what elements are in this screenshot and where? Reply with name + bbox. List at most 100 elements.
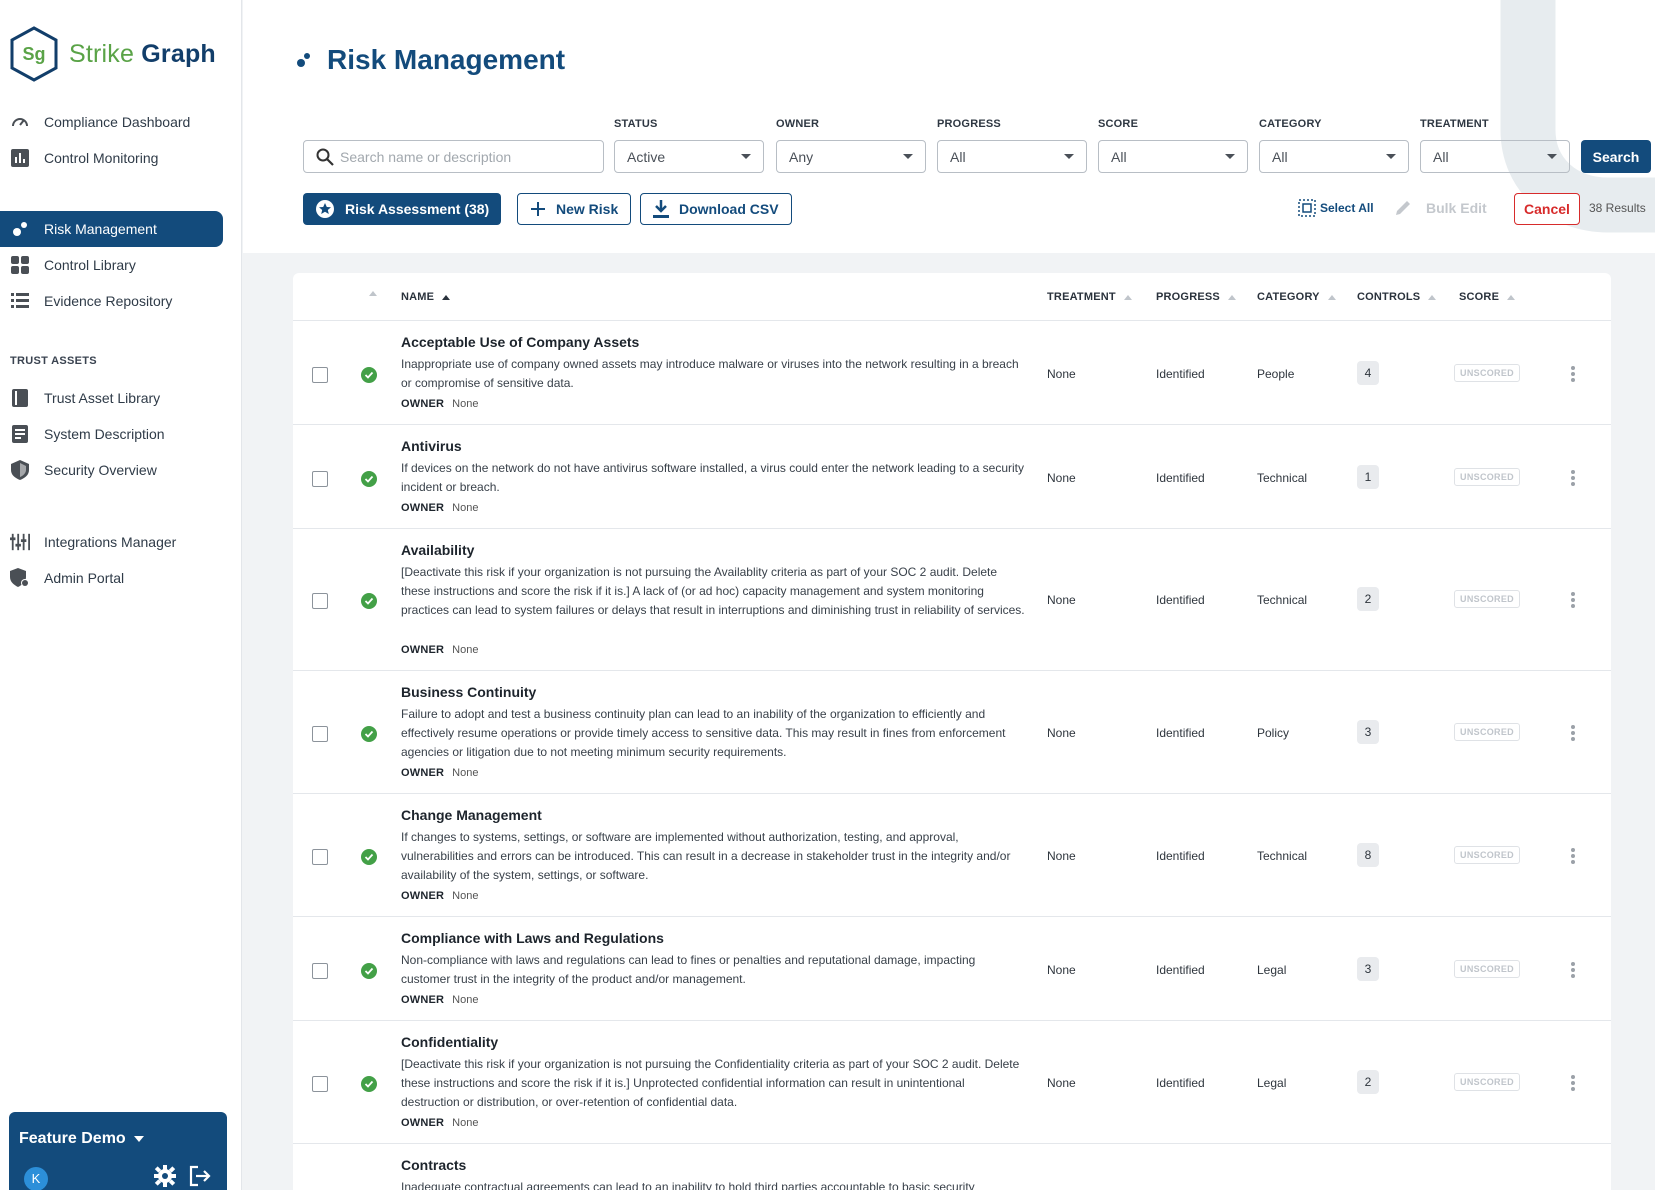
results-count: 38 Results <box>1589 201 1646 215</box>
select-all-button[interactable]: Select All <box>1298 199 1374 217</box>
nav-risk-management[interactable]: Risk Management <box>0 211 223 247</box>
owner-value: None <box>452 890 479 902</box>
table-row[interactable]: Compliance with Laws and Regulations Non… <box>293 917 1611 1021</box>
more-options-icon[interactable] <box>1571 962 1575 980</box>
logo-word-graph: Graph <box>141 39 216 68</box>
owner-label: OWNER <box>401 890 445 902</box>
table-row[interactable]: Confidentiality [Deactivate this risk if… <box>293 1021 1611 1144</box>
more-options-icon[interactable] <box>1571 470 1575 488</box>
owner-value: None <box>452 1117 479 1129</box>
score-badge: UNSCORED <box>1454 960 1520 978</box>
risk-name[interactable]: Acceptable Use of Company Assets <box>401 334 639 350</box>
nav-label: Control Monitoring <box>44 150 159 166</box>
row-checkbox[interactable] <box>312 849 328 865</box>
row-checkbox[interactable] <box>312 367 328 383</box>
header-progress[interactable]: PROGRESS <box>1156 291 1236 303</box>
row-checkbox[interactable] <box>312 471 328 487</box>
nav-compliance-dashboard[interactable]: Compliance Dashboard <box>0 104 242 140</box>
owner-label: OWNER <box>401 502 445 514</box>
search-field[interactable] <box>303 140 604 173</box>
nav-trust-asset-library[interactable]: Trust Asset Library <box>0 380 242 416</box>
risk-name[interactable]: Confidentiality <box>401 1034 498 1050</box>
table-row[interactable]: Contracts Inadequate contractual agreeme… <box>293 1144 1611 1190</box>
more-options-icon[interactable] <box>1571 725 1575 743</box>
nav-security-overview[interactable]: Security Overview <box>0 452 242 488</box>
check-circle-icon <box>361 726 377 742</box>
table-row[interactable]: Business Continuity Failure to adopt and… <box>293 671 1611 794</box>
gear-icon[interactable] <box>154 1165 176 1190</box>
score-badge: UNSCORED <box>1454 1073 1520 1091</box>
more-options-icon[interactable] <box>1571 848 1575 866</box>
risk-name[interactable]: Availability <box>401 542 474 558</box>
risk-assessment-button[interactable]: Risk Assessment (38) <box>303 193 502 225</box>
controls-count-badge: 8 <box>1357 843 1379 867</box>
nav-control-library[interactable]: Control Library <box>0 247 242 283</box>
more-options-icon[interactable] <box>1571 366 1575 384</box>
check-circle-icon <box>361 849 377 865</box>
header-label: CATEGORY <box>1257 291 1320 303</box>
risk-name[interactable]: Change Management <box>401 807 542 823</box>
category-select[interactable]: All <box>1259 140 1409 173</box>
table-row[interactable]: Availability [Deactivate this risk if yo… <box>293 529 1611 671</box>
cell-treatment: None <box>1047 963 1076 977</box>
nav-label: System Description <box>44 426 165 442</box>
header-label: PROGRESS <box>1156 291 1220 303</box>
logout-icon[interactable] <box>189 1165 211 1190</box>
button-label: Select All <box>1320 201 1374 215</box>
nav-system-description[interactable]: System Description <box>0 416 242 452</box>
caret-down-icon <box>1064 154 1074 159</box>
list-icon <box>10 291 30 311</box>
risk-owner: OWNER None <box>401 767 478 779</box>
row-checkbox[interactable] <box>312 1076 328 1092</box>
owner-value: None <box>452 994 479 1006</box>
status-select[interactable]: Active <box>614 140 764 173</box>
row-checkbox[interactable] <box>312 593 328 609</box>
header-score[interactable]: SCORE <box>1459 291 1516 303</box>
table-row[interactable]: Antivirus If devices on the network do n… <box>293 425 1611 529</box>
table-row[interactable]: Acceptable Use of Company Assets Inappro… <box>293 321 1611 425</box>
treatment-select[interactable]: All <box>1420 140 1570 173</box>
row-checkbox[interactable] <box>312 963 328 979</box>
nav-integrations-manager[interactable]: Integrations Manager <box>0 524 242 560</box>
cell-treatment: None <box>1047 367 1076 381</box>
owner-select[interactable]: Any <box>776 140 926 173</box>
nav-evidence-repository[interactable]: Evidence Repository <box>0 283 242 319</box>
row-checkbox[interactable] <box>312 726 328 742</box>
owner-value: None <box>452 767 479 779</box>
risk-name[interactable]: Antivirus <box>401 438 462 454</box>
select-value: Active <box>627 148 666 165</box>
strike-graph-logo[interactable]: Sg Strike Graph <box>9 26 216 82</box>
cancel-button[interactable]: Cancel <box>1514 193 1580 225</box>
check-circle-icon <box>361 963 377 979</box>
risk-table: NAME TREATMENT PROGRESS CATEGORY CONTROL… <box>293 273 1611 1190</box>
more-options-icon[interactable] <box>1571 592 1575 610</box>
org-switcher[interactable]: Feature Demo K <box>9 1112 227 1190</box>
risk-name[interactable]: Business Continuity <box>401 684 536 700</box>
header-treatment[interactable]: TREATMENT <box>1047 291 1132 303</box>
nav-trust: Trust Asset Library System Description S… <box>0 380 242 488</box>
risk-name[interactable]: Contracts <box>401 1157 466 1173</box>
search-input[interactable] <box>340 148 590 165</box>
new-risk-button[interactable]: New Risk <box>517 193 632 225</box>
bulk-edit-button[interactable]: Bulk Edit <box>1394 199 1487 217</box>
book-icon <box>10 388 30 408</box>
check-circle-icon <box>361 593 377 609</box>
header-category[interactable]: CATEGORY <box>1257 291 1336 303</box>
controls-count-badge: 3 <box>1357 957 1379 981</box>
sort-status-header[interactable] <box>361 291 377 296</box>
table-row[interactable]: Change Management If changes to systems,… <box>293 794 1611 917</box>
risk-name[interactable]: Compliance with Laws and Regulations <box>401 930 664 946</box>
download-csv-button[interactable]: Download CSV <box>640 193 792 225</box>
progress-select[interactable]: All <box>937 140 1087 173</box>
nav-admin-portal[interactable]: Admin Portal <box>0 560 242 596</box>
avatar[interactable]: K <box>24 1167 48 1190</box>
nav-control-monitoring[interactable]: Control Monitoring <box>0 140 242 176</box>
more-options-icon[interactable] <box>1571 1075 1575 1093</box>
header-controls[interactable]: CONTROLS <box>1357 291 1437 303</box>
caret-down-icon <box>741 154 751 159</box>
header-name[interactable]: NAME <box>401 291 451 303</box>
controls-count-badge: 1 <box>1357 465 1379 489</box>
org-name[interactable]: Feature Demo <box>19 1130 145 1148</box>
score-select[interactable]: All <box>1098 140 1248 173</box>
search-button[interactable]: Search <box>1581 140 1651 173</box>
